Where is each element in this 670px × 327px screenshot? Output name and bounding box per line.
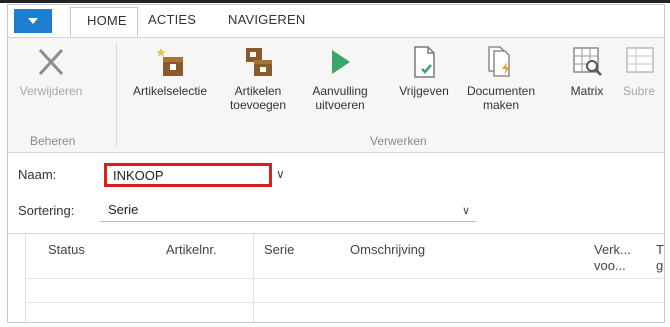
create-documents-icon	[488, 46, 510, 77]
sortering-select[interactable]: Serie ∨	[100, 200, 476, 222]
release-document-icon	[414, 46, 435, 78]
item-selection-icon	[156, 48, 183, 76]
col-header-verk-line-2: voo...	[594, 258, 626, 273]
aanvulling-label-1: Aanvulling	[312, 84, 368, 98]
artikelen-toevoegen-button[interactable]: Artikelen toevoegen	[224, 44, 292, 112]
group-label-verwerken: Verwerken	[370, 134, 427, 148]
table-row[interactable]	[26, 302, 664, 303]
vrijgeven-label: Vrijgeven	[399, 84, 449, 98]
artikelselectie-label: Artikelselectie	[132, 84, 208, 98]
artikelen-toevoegen-label-1: Artikelen	[234, 84, 282, 98]
verwijderen-button[interactable]: Verwijderen	[16, 44, 86, 98]
filter-form: Naam: INKOOP ∨ Sortering: Serie ∨	[8, 153, 664, 233]
naam-label: Naam:	[18, 167, 57, 182]
col-header-serie[interactable]: Serie	[264, 242, 294, 258]
lines-grid: Status Artikelnr. Serie Omschrijving Ver…	[8, 233, 664, 322]
col-header-artikelnr[interactable]: Artikelnr.	[166, 242, 217, 258]
verwijderen-label: Verwijderen	[19, 84, 83, 98]
delete-x-icon	[38, 48, 64, 76]
artikelen-toevoegen-label-2: toevoegen	[229, 98, 287, 112]
col-header-t-line-1: T	[656, 242, 664, 257]
col-header-omschrijving[interactable]: Omschrijving	[350, 242, 425, 258]
group-separator	[116, 42, 117, 146]
col-header-status[interactable]: Status	[48, 242, 85, 258]
aanvulling-label-2: uitvoeren	[315, 98, 365, 112]
vrijgeven-button[interactable]: Vrijgeven	[391, 44, 457, 98]
col-header-verk-line-1: Verk...	[594, 242, 631, 257]
sortering-label: Sortering:	[18, 203, 75, 218]
ribbon-tab-bar: HOME ACTIES NAVIGEREN	[8, 5, 664, 38]
app-window: HOME ACTIES NAVIGEREN Verwijderen Artike…	[7, 4, 665, 323]
ribbon: Verwijderen Artikelselectie Artikelen to…	[8, 38, 664, 153]
naam-input[interactable]: INKOOP	[104, 163, 272, 187]
dropdown-arrow-icon	[28, 18, 38, 24]
tab-acties[interactable]: ACTIES	[148, 12, 196, 27]
chevron-down-icon[interactable]: ∨	[276, 167, 285, 181]
col-header-t-line-2: g	[656, 258, 664, 273]
matrix-button[interactable]: Matrix	[564, 44, 610, 98]
sortering-value: Serie	[108, 202, 139, 217]
chevron-down-icon: ∨	[461, 205, 470, 217]
col-header-verk[interactable]: Verk... voo...	[594, 242, 631, 274]
documenten-maken-button[interactable]: Documenten maken	[458, 44, 544, 112]
play-icon	[332, 50, 350, 74]
tab-home[interactable]: HOME	[70, 7, 138, 37]
add-items-icon	[246, 48, 272, 76]
matrix-icon	[573, 47, 602, 76]
group-label-beheren: Beheren	[30, 134, 76, 148]
artikelselectie-button[interactable]: Artikelselectie	[124, 44, 216, 98]
subform-icon	[626, 47, 654, 73]
app-menu-button[interactable]	[14, 9, 52, 33]
col-header-t[interactable]: T g	[656, 242, 664, 274]
top-border	[0, 0, 670, 3]
subre-label: Subre	[622, 84, 656, 98]
documenten-label-1: Documenten	[466, 84, 536, 98]
subre-button[interactable]: Subre	[614, 44, 664, 98]
aanvulling-uitvoeren-button[interactable]: Aanvulling uitvoeren	[304, 44, 376, 112]
tab-navigeren[interactable]: NAVIGEREN	[228, 12, 305, 27]
table-row[interactable]	[26, 278, 664, 279]
documenten-label-2: maken	[482, 98, 520, 112]
matrix-label: Matrix	[570, 84, 604, 98]
